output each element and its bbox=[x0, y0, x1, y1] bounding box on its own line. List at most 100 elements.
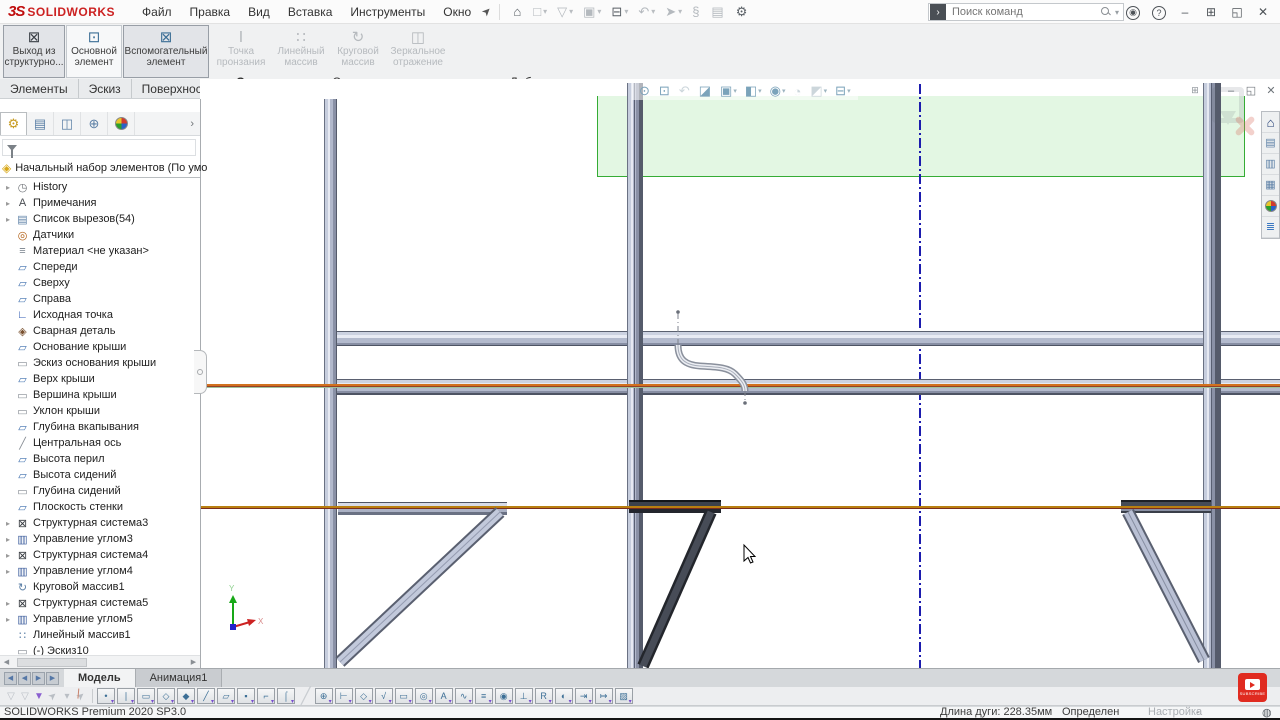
prev-tab-icon[interactable]: ◀ bbox=[18, 672, 31, 685]
filter-zoom-icon[interactable]: ◉ bbox=[495, 688, 513, 704]
linear-pattern-button[interactable]: ∷ Линейный массив bbox=[273, 25, 329, 78]
menu-item[interactable]: Окно bbox=[434, 2, 480, 22]
tree-item[interactable]: ▸ ◈ Сварная деталь bbox=[0, 323, 200, 339]
select-icon[interactable]: ➤ ▾ bbox=[660, 2, 687, 22]
expand-arrow-icon[interactable]: ▸ bbox=[6, 551, 15, 560]
tree-item[interactable]: ▸ ▥ Управление углом5 bbox=[0, 611, 200, 627]
expand-arrow-icon[interactable]: ▸ bbox=[6, 199, 15, 208]
tree-item[interactable]: ▸ ▱ Высота сидений bbox=[0, 467, 200, 483]
subscribe-overlay[interactable]: SUBSCRIBE bbox=[1238, 673, 1267, 702]
display-style-icon[interactable]: ◧ ▾ bbox=[741, 82, 766, 100]
command-tab[interactable]: Эскиз bbox=[79, 79, 132, 98]
undo-icon[interactable]: ↶ ▾ bbox=[633, 2, 660, 22]
file-explorer-tab-icon[interactable]: ▦ bbox=[1262, 175, 1279, 196]
save-icon[interactable]: ▣ ▾ bbox=[578, 2, 606, 22]
tree-item[interactable]: ▸ ⊠ Структурная система5 bbox=[0, 595, 200, 611]
minimize-icon[interactable]: – bbox=[1172, 5, 1198, 19]
search-icon[interactable] bbox=[1101, 7, 1111, 17]
filter-sketches-icon[interactable]: ⌐ bbox=[257, 688, 275, 704]
view-settings-icon[interactable]: ⊟ ▾ bbox=[831, 82, 854, 100]
menu-item[interactable]: Файл bbox=[133, 2, 181, 22]
home-tab-icon[interactable]: ⌂ bbox=[1262, 112, 1279, 133]
doc-restore-icon[interactable]: ◱ bbox=[1241, 84, 1261, 97]
search-caret-icon[interactable]: ▾ bbox=[1115, 8, 1119, 17]
tree-root[interactable]: ◈ Начальный набор элементов (По умо bbox=[2, 161, 207, 175]
custom-status-label[interactable]: Настройка bbox=[1148, 706, 1202, 718]
exit-structure-system-button[interactable]: ⊠ Выход из структурно... bbox=[3, 25, 65, 78]
panel-expand-chevron[interactable]: › bbox=[190, 118, 194, 130]
open-document-icon[interactable]: ▽ ▾ bbox=[552, 2, 578, 22]
restore-icon[interactable]: ◱ bbox=[1224, 5, 1250, 19]
maximize-icon[interactable]: ⊞ bbox=[1198, 5, 1224, 19]
filter-solid-bodies-icon[interactable]: ◆ bbox=[177, 688, 195, 704]
zoom-fit-icon[interactable]: ⊙ bbox=[635, 82, 655, 100]
tree-item[interactable]: ▸ ⊠ Структурная система4 bbox=[0, 547, 200, 563]
filter-curves-icon[interactable]: ∿ bbox=[455, 688, 473, 704]
command-search[interactable]: › ▾ bbox=[928, 3, 1124, 21]
selected-sketch-line[interactable] bbox=[200, 384, 1280, 388]
design-library-tab-icon[interactable]: ▥ bbox=[1262, 154, 1279, 175]
filter-funnel-icon[interactable]: ▽ bbox=[4, 691, 18, 702]
edit-appearance-icon[interactable]: ◔ bbox=[790, 83, 807, 100]
tree-item[interactable]: ▸ ▥ Управление углом3 bbox=[0, 531, 200, 547]
filter-sketch-segments-icon[interactable]: ⌠ bbox=[277, 688, 295, 704]
tree-item[interactable]: ▸ ↻ Круговой массив1 bbox=[0, 579, 200, 595]
tree-item[interactable]: ▸ ╱ Центральная ось bbox=[0, 435, 200, 451]
tree-filter[interactable] bbox=[2, 139, 196, 156]
model-tab[interactable]: Модель bbox=[64, 669, 136, 687]
scroll-track[interactable] bbox=[13, 656, 187, 668]
close-icon[interactable]: ✕ bbox=[1250, 5, 1276, 19]
bench-brace[interactable] bbox=[643, 512, 711, 666]
pin-menu-icon[interactable]: ➤ bbox=[479, 4, 495, 20]
selected-sketch-line[interactable] bbox=[200, 506, 1280, 509]
tree-item[interactable]: ▸ ▱ Высота перил bbox=[0, 451, 200, 467]
tree-item[interactable]: ▸ ▱ Глубина вкапывания bbox=[0, 419, 200, 435]
print-icon[interactable]: ⊟ ▾ bbox=[606, 2, 633, 22]
pierce-point-button[interactable]: Ⅰ Точка пронзания bbox=[210, 25, 272, 78]
filter-planes-icon[interactable]: ▱ bbox=[217, 688, 235, 704]
bench-brace[interactable] bbox=[1128, 512, 1204, 660]
previous-view-icon[interactable]: ↶ bbox=[675, 82, 695, 100]
panel-splitter-handle[interactable] bbox=[194, 350, 207, 394]
command-tab[interactable]: Элементы bbox=[0, 79, 79, 98]
selected-plane-highlight[interactable] bbox=[597, 96, 1245, 177]
expand-arrow-icon[interactable]: ▸ bbox=[6, 599, 15, 608]
filter-faces-icon[interactable]: ▭ bbox=[137, 688, 155, 704]
menu-item[interactable]: Инструменты bbox=[341, 2, 434, 22]
model-tab[interactable]: Анимация1 bbox=[136, 669, 223, 687]
hide-show-items-icon[interactable]: ◉ ▾ bbox=[766, 82, 790, 100]
filter-magnify-icon[interactable]: ◎ bbox=[415, 688, 433, 704]
filter-surface-bodies-icon[interactable]: ◇ bbox=[157, 688, 175, 704]
new-document-icon[interactable]: □ ▾ bbox=[528, 2, 552, 21]
filter-hand-icon[interactable]: ▽ bbox=[18, 691, 32, 702]
dimxpertmanager-tab[interactable]: ⊕ bbox=[81, 112, 108, 135]
appearances-scenes-tab-icon[interactable] bbox=[1262, 196, 1279, 217]
doc-menu-icon[interactable]: ⊞ bbox=[1185, 85, 1205, 96]
tree-item[interactable]: ▸ ▭ Вершина крыши bbox=[0, 387, 200, 403]
filter-equation-icon[interactable]: √ bbox=[375, 688, 393, 704]
tree-item[interactable]: ▸ ▭ Эскиз основания крыши bbox=[0, 355, 200, 371]
tree-horizontal-scrollbar[interactable]: ◀ ▶ bbox=[0, 655, 200, 668]
expand-arrow-icon[interactable]: ▸ bbox=[6, 183, 15, 192]
zoom-area-icon[interactable]: ⊡ bbox=[655, 82, 675, 100]
filter-sketch-points-icon[interactable]: ▪ bbox=[237, 688, 255, 704]
section-view-icon[interactable]: ◪ bbox=[695, 82, 716, 100]
filter-dimensions-icon[interactable]: ▭ bbox=[395, 688, 413, 704]
scroll-right-icon[interactable]: ▶ bbox=[187, 658, 200, 666]
filter-map-icon[interactable]: ↦ bbox=[595, 688, 613, 704]
expand-arrow-icon[interactable]: ▸ bbox=[6, 615, 15, 624]
filter-edges-icon[interactable]: ∣ bbox=[117, 688, 135, 704]
expand-arrow-icon[interactable]: ▸ bbox=[6, 215, 15, 224]
mirror-button[interactable]: ◫ Зеркальное отражение bbox=[387, 25, 449, 78]
deselect-pointer-icon[interactable]: ➤ bbox=[72, 687, 90, 704]
scroll-left-icon[interactable]: ◀ bbox=[0, 658, 13, 666]
menu-item[interactable]: Вставка bbox=[279, 2, 342, 22]
primary-member-button[interactable]: ⊡ Основной элемент bbox=[66, 25, 122, 78]
properties-icon[interactable]: ▤ bbox=[706, 2, 730, 22]
view-orientation-icon[interactable]: ▣ ▾ bbox=[716, 82, 741, 100]
filter-notes-icon[interactable]: A bbox=[435, 688, 453, 704]
filter-arrow-box-icon[interactable]: ⇥ bbox=[575, 688, 593, 704]
options-gear-icon[interactable]: ⚙ bbox=[731, 2, 755, 22]
next-tab-icon[interactable]: ▶ bbox=[32, 672, 45, 685]
tree-item[interactable]: ▸ ▱ Плоскость стенки bbox=[0, 499, 200, 515]
